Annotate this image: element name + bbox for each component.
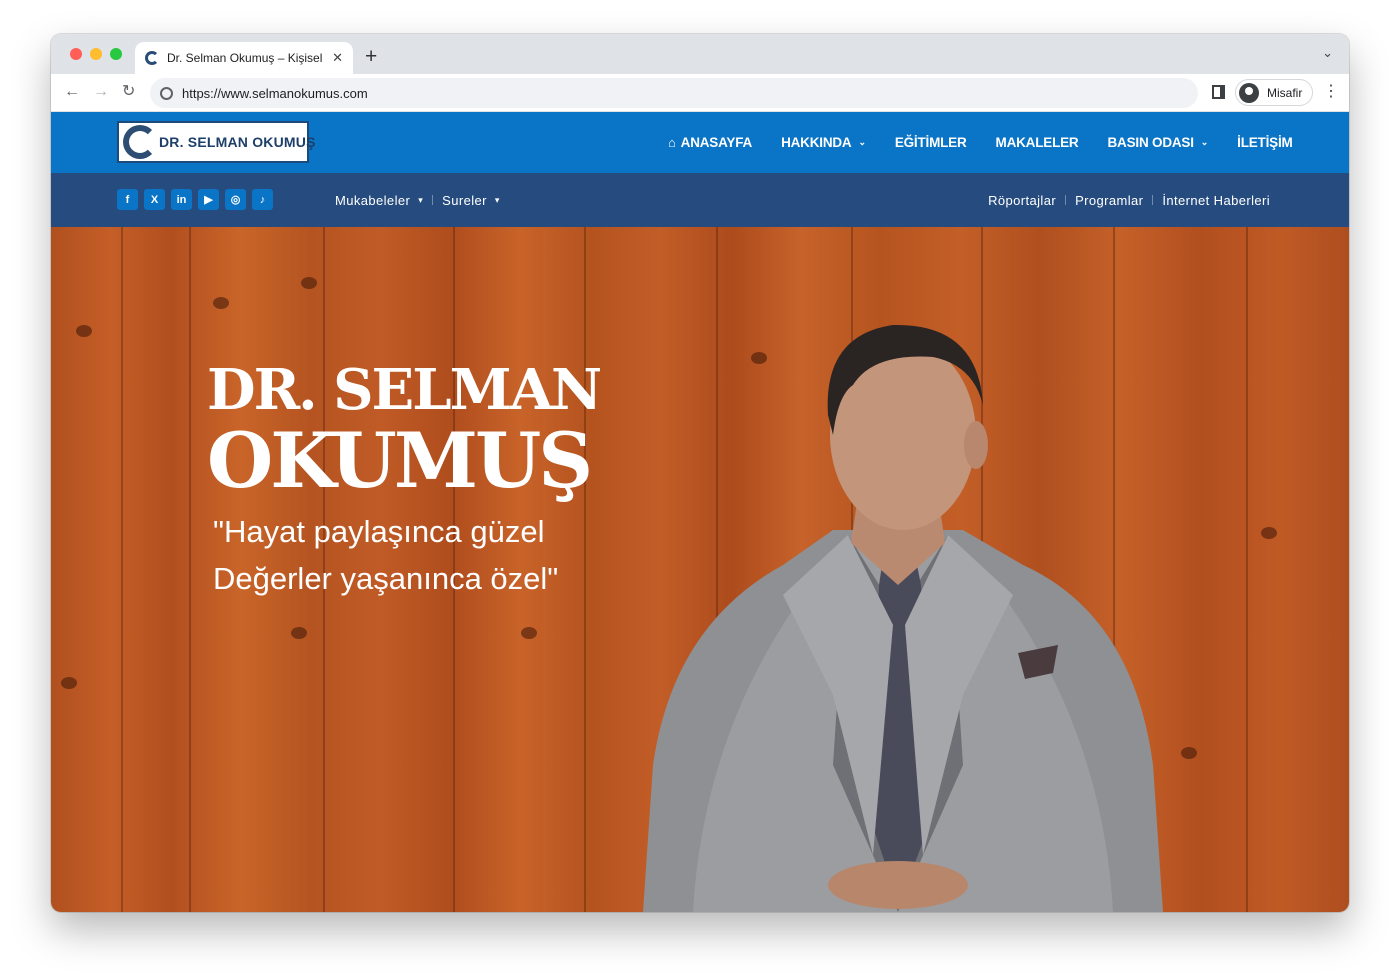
sub-nav-roportajlar[interactable]: Röportajlar xyxy=(988,193,1056,208)
nav-item-egitimler[interactable]: EĞİTİMLER xyxy=(895,135,967,150)
tiktok-icon[interactable]: ♪ xyxy=(252,189,273,210)
browser-toolbar: ← → ↻ https://www.selmanokumus.com Misaf… xyxy=(51,74,1349,112)
address-bar[interactable]: https://www.selmanokumus.com xyxy=(150,78,1198,108)
browser-menu-icon[interactable]: ⋮ xyxy=(1323,83,1339,101)
site-info-icon[interactable] xyxy=(160,86,173,100)
reload-button[interactable]: ↻ xyxy=(122,82,135,102)
nav-item-label: ANASAYFA xyxy=(680,135,753,150)
divider xyxy=(1152,195,1154,205)
window-controls xyxy=(70,48,122,60)
chevron-down-icon: ⌄ xyxy=(858,137,866,147)
wood-knot xyxy=(76,325,92,337)
logo-mark-icon xyxy=(123,125,157,159)
tab-strip: Dr. Selman Okumuş – Kişisel W ✕ + ⌄ xyxy=(51,34,1349,74)
wood-knot xyxy=(1181,747,1197,759)
tab-title: Dr. Selman Okumuş – Kişisel W xyxy=(167,51,327,65)
forward-button[interactable]: → xyxy=(93,82,109,102)
hero-name-line-2: OKUMUŞ xyxy=(207,416,593,505)
nav-item-label: HAKKINDA xyxy=(781,135,852,150)
sub-nav-label: Sureler xyxy=(442,192,487,208)
site-logo[interactable]: DR. SELMAN OKUMUŞ xyxy=(117,121,315,163)
new-tab-button[interactable]: + xyxy=(365,43,377,71)
sub-nav-sureler[interactable]: Sureler ▾ xyxy=(442,193,500,208)
nav-item-makaleler[interactable]: MAKALELER xyxy=(996,135,1079,150)
caret-down-icon: ▾ xyxy=(494,194,500,205)
hero-quote-line-1: "Hayat paylaşınca güzel xyxy=(213,514,545,549)
sub-nav-left: Mukabeleler ▾ Sureler ▾ xyxy=(335,173,500,227)
portrait-photo xyxy=(643,324,1163,912)
hero-quote-line-2: Değerler yaşanınca özel" xyxy=(213,561,559,596)
youtube-icon[interactable]: ▶ xyxy=(198,189,219,210)
wood-knot xyxy=(521,627,537,639)
divider xyxy=(1065,195,1067,205)
hero-banner: DR. SELMAN OKUMUŞ "Hayat paylaşınca güze… xyxy=(51,227,1349,912)
caret-down-icon: ▾ xyxy=(418,194,424,205)
nav-item-label: BASIN ODASI xyxy=(1107,135,1194,150)
close-window-button[interactable] xyxy=(70,48,82,60)
wood-knot xyxy=(213,297,229,309)
sub-nav-programlar[interactable]: Programlar xyxy=(1075,193,1143,208)
nav-item-label: İLETİŞİM xyxy=(1237,135,1293,150)
tab-close-icon[interactable]: ✕ xyxy=(332,50,343,66)
home-icon: ⌂ xyxy=(668,135,676,150)
sub-nav-internet-haberleri[interactable]: İnternet Haberleri xyxy=(1162,193,1270,208)
instagram-icon[interactable]: ◎ xyxy=(225,189,246,210)
wood-knot xyxy=(291,627,307,639)
divider xyxy=(432,195,434,205)
favicon-icon xyxy=(145,51,159,65)
url-text[interactable]: https://www.selmanokumus.com xyxy=(182,86,368,101)
browser-window: Dr. Selman Okumuş – Kişisel W ✕ + ⌄ ← → … xyxy=(51,34,1349,912)
nav-item-hakkinda[interactable]: HAKKINDA ⌄ xyxy=(781,135,866,150)
side-panel-icon[interactable] xyxy=(1212,85,1225,99)
hero-name-line-1: DR. SELMAN xyxy=(207,357,602,423)
chevron-down-icon: ⌄ xyxy=(1200,137,1209,147)
site-header: DR. SELMAN OKUMUŞ ⌂ ANASAYFA HAKKINDA ⌄ … xyxy=(51,112,1349,173)
nav-item-label: EĞİTİMLER xyxy=(894,135,967,150)
wood-knot xyxy=(301,277,317,289)
maximize-window-button[interactable] xyxy=(110,48,122,60)
main-nav: ⌂ ANASAYFA HAKKINDA ⌄ EĞİTİMLER MAKALELE… xyxy=(668,112,1293,173)
profile-name: Misafir xyxy=(1267,85,1303,100)
nav-item-anasayfa[interactable]: ⌂ ANASAYFA xyxy=(668,135,752,150)
sub-header: f X in ▶ ◎ ♪ Mukabeleler ▾ Sureler ▾ Röp… xyxy=(51,173,1349,227)
x-icon[interactable]: X xyxy=(144,189,165,210)
sub-nav-mukabeleler[interactable]: Mukabeleler ▾ xyxy=(335,193,423,208)
social-links: f X in ▶ ◎ ♪ xyxy=(117,189,273,210)
linkedin-icon[interactable]: in xyxy=(171,189,192,210)
nav-item-iletisim[interactable]: İLETİŞİM xyxy=(1237,135,1293,150)
facebook-icon[interactable]: f xyxy=(117,189,138,210)
nav-item-basin-odasi[interactable]: BASIN ODASI ⌄ xyxy=(1107,135,1208,150)
sub-nav-right: Röportajlar Programlar İnternet Haberler… xyxy=(988,173,1270,227)
sub-nav-label: Mukabeleler xyxy=(335,192,411,208)
wood-plank-seam xyxy=(121,227,123,912)
wood-knot xyxy=(1261,527,1277,539)
wood-knot xyxy=(61,677,77,689)
wood-plank-seam xyxy=(584,227,586,912)
avatar-icon xyxy=(1239,82,1259,103)
tab-search-chevron-icon[interactable]: ⌄ xyxy=(1322,45,1333,61)
wood-plank-seam xyxy=(189,227,191,912)
logo-text: DR. SELMAN OKUMUŞ xyxy=(159,134,316,150)
browser-tab[interactable]: Dr. Selman Okumuş – Kişisel W ✕ xyxy=(135,42,353,74)
wood-plank-seam xyxy=(1246,227,1248,912)
minimize-window-button[interactable] xyxy=(90,48,102,60)
nav-item-label: MAKALELER xyxy=(995,135,1079,150)
back-button[interactable]: ← xyxy=(64,82,80,102)
profile-button[interactable]: Misafir xyxy=(1235,79,1313,106)
